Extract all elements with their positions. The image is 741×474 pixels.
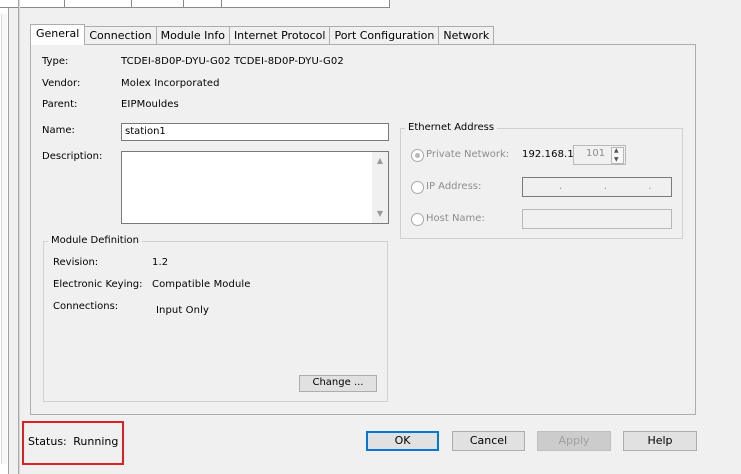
electronic-keying-label: Electronic Keying: — [53, 279, 143, 290]
connections-label: Connections: — [53, 301, 119, 312]
tab-internet-protocol[interactable]: Internet Protocol — [228, 26, 331, 45]
status-area: Status: Running — [28, 435, 118, 448]
vendor-label: Vendor: — [42, 78, 81, 89]
tab-connection[interactable]: Connection — [84, 26, 157, 45]
help-button[interactable]: Help — [623, 431, 697, 451]
parent-window-edge — [0, 0, 9, 474]
tab-module-info[interactable]: Module Info — [155, 26, 230, 45]
parent-value: EIPMouldes — [121, 99, 179, 110]
private-network-radio[interactable] — [411, 149, 424, 162]
electronic-keying-value: Compatible Module — [152, 279, 251, 290]
host-name-radio[interactable] — [411, 213, 424, 226]
apply-button[interactable]: Apply — [537, 431, 611, 451]
status-label: Status: — [28, 435, 67, 448]
tab-port-configuration[interactable]: Port Configuration — [329, 26, 440, 45]
name-label: Name: — [42, 125, 75, 136]
host-name-field[interactable] — [522, 209, 672, 229]
status-value: Running — [73, 435, 119, 448]
vendor-value: Molex Incorporated — [121, 78, 220, 89]
tab-strip: General Connection Module Info Internet … — [30, 24, 495, 45]
toolbar-segment — [184, 0, 222, 7]
spin-up-icon[interactable]: ▲ — [614, 147, 619, 154]
tab-general[interactable]: General — [30, 24, 86, 45]
spin-down-icon[interactable]: ▼ — [614, 156, 619, 163]
name-input[interactable]: station1 — [121, 123, 389, 141]
tab-network[interactable]: Network — [438, 26, 495, 45]
type-label: Type: — [42, 56, 69, 67]
ip-address-radio[interactable] — [411, 181, 424, 194]
connections-value: Input Only — [156, 305, 209, 316]
private-network-prefix: 192.168.1. — [522, 149, 578, 160]
private-network-octet-value: 101 — [586, 148, 606, 159]
toolbar-segment — [65, 0, 132, 7]
private-network-label: Private Network: — [426, 149, 510, 160]
scroll-up-arrow-icon[interactable]: ▲ — [372, 153, 388, 169]
description-label: Description: — [42, 151, 103, 162]
host-name-label: Host Name: — [426, 213, 485, 224]
ok-button[interactable]: OK — [366, 431, 439, 451]
parent-scrollbar[interactable] — [1, 14, 7, 464]
revision-label: Revision: — [53, 257, 99, 268]
private-network-octet-field[interactable]: 101 ▲ ▼ — [573, 145, 626, 165]
revision-value: 1.2 — [152, 257, 169, 268]
scroll-down-arrow-icon[interactable]: ▼ — [372, 206, 388, 222]
parent-toolbar-strip — [0, 0, 390, 8]
toolbar-segment — [0, 0, 65, 7]
type-value: TCDEI-8D0P-DYU-G02 TCDEI-8D0P-DYU-G02 — [121, 56, 344, 67]
parent-label: Parent: — [42, 99, 78, 110]
ip-address-value: . . . — [559, 181, 660, 192]
description-scrollbar[interactable]: ▲ ▼ — [372, 152, 388, 223]
description-textarea[interactable]: ▲ ▼ — [121, 151, 389, 224]
ip-address-label: IP Address: — [426, 181, 482, 192]
toolbar-segment — [132, 0, 184, 7]
ethernet-address-title: Ethernet Address — [405, 122, 498, 133]
pane-divider[interactable] — [18, 0, 20, 474]
ip-address-field[interactable]: . . . — [522, 177, 672, 197]
toolbar-segment — [222, 0, 390, 7]
octet-spinner[interactable]: ▲ ▼ — [611, 147, 624, 164]
change-button[interactable]: Change ... — [299, 375, 377, 392]
module-definition-title: Module Definition — [48, 235, 142, 246]
cancel-button[interactable]: Cancel — [452, 431, 525, 451]
